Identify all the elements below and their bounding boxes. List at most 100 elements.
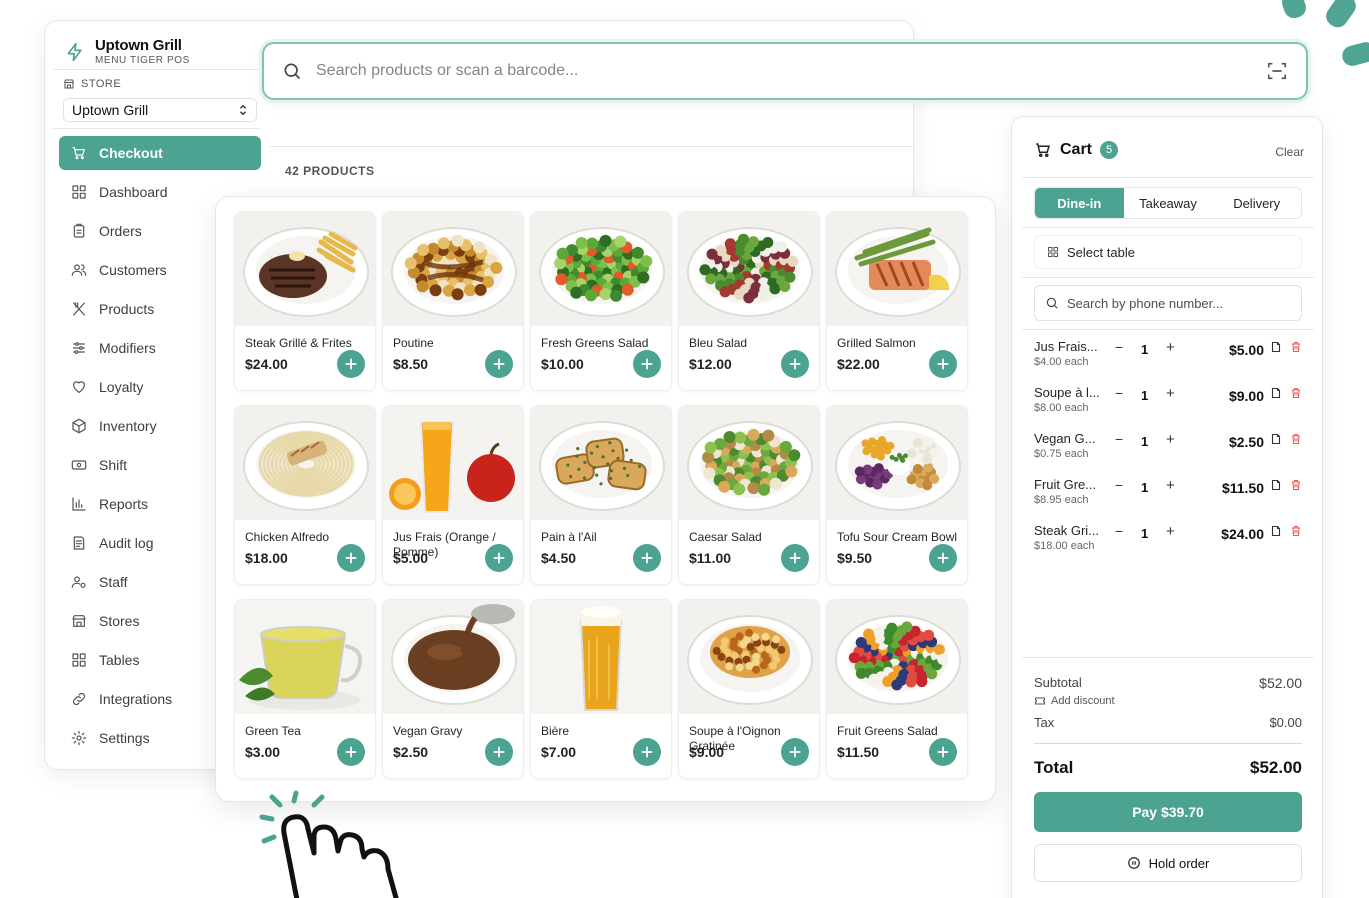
product-card[interactable]: Fruit Greens Salad $11.50: [826, 599, 968, 779]
note-icon[interactable]: [1270, 433, 1282, 445]
cart-title: Cart: [1060, 141, 1093, 158]
trash-icon[interactable]: [1290, 479, 1302, 491]
product-card[interactable]: Pain à l'Ail $4.50: [530, 405, 672, 585]
note-icon[interactable]: [1270, 387, 1282, 399]
product-card[interactable]: Bière $7.00: [530, 599, 672, 779]
decor-stroke: [1339, 39, 1369, 69]
note-icon[interactable]: [1270, 525, 1282, 537]
product-image-beer: [531, 600, 671, 714]
product-card[interactable]: Tofu Sour Cream Bowl $9.50: [826, 405, 968, 585]
product-price: $18.00: [245, 550, 288, 566]
sidebar-item-checkout[interactable]: Checkout: [59, 136, 261, 170]
product-count: 42 PRODUCTS: [285, 164, 375, 178]
product-name: Grilled Salmon: [837, 336, 916, 350]
cart-item-price: $11.50: [1221, 480, 1264, 496]
product-card[interactable]: Caesar Salad $11.00: [678, 405, 820, 585]
hold-order-button[interactable]: Hold order: [1034, 844, 1302, 882]
cart-item-price: $2.50: [1228, 434, 1264, 450]
note-icon[interactable]: [1270, 479, 1282, 491]
add-to-cart-button[interactable]: [929, 350, 957, 378]
product-card[interactable]: Grilled Salmon $22.00: [826, 211, 968, 391]
add-to-cart-button[interactable]: [781, 738, 809, 766]
add-to-cart-button[interactable]: [337, 544, 365, 572]
note-icon[interactable]: [1270, 341, 1282, 353]
sidebar-item-label: Stores: [99, 613, 140, 629]
product-price: $24.00: [245, 356, 288, 372]
sidebar-item-label: Settings: [99, 730, 150, 746]
search-input[interactable]: [316, 62, 1252, 80]
brand-name: Uptown Grill: [95, 37, 182, 54]
add-to-cart-button[interactable]: [929, 738, 957, 766]
tab-takeaway[interactable]: Takeaway: [1124, 188, 1213, 218]
cart-item-qty: 1: [1141, 526, 1149, 541]
plus-icon: [937, 746, 949, 758]
pointing-hand-icon: [259, 790, 399, 898]
increase-qty-button[interactable]: +: [1166, 523, 1175, 540]
add-to-cart-button[interactable]: [337, 350, 365, 378]
increase-qty-button[interactable]: +: [1166, 385, 1175, 402]
increase-qty-button[interactable]: +: [1166, 431, 1175, 448]
product-card[interactable]: Jus Frais (Orange / Pomme) $5.00: [382, 405, 524, 585]
increase-qty-button[interactable]: +: [1166, 339, 1175, 356]
plus-icon: [345, 358, 357, 370]
phone-search-input[interactable]: [1067, 295, 1287, 311]
product-card[interactable]: Green Tea $3.00: [234, 599, 376, 779]
product-card[interactable]: Chicken Alfredo $18.00: [234, 405, 376, 585]
product-price: $8.50: [393, 356, 429, 372]
product-card[interactable]: Steak Grillé & Frites $24.00: [234, 211, 376, 391]
decrease-qty-button[interactable]: −: [1115, 339, 1123, 355]
product-image-alfredo: [235, 406, 375, 520]
clear-cart-button[interactable]: Clear: [1275, 145, 1304, 159]
cart-panel: Cart 5 Clear Dine-in Takeaway Delivery S…: [1011, 116, 1323, 898]
decrease-qty-button[interactable]: −: [1115, 523, 1123, 539]
add-to-cart-button[interactable]: [485, 544, 513, 572]
trash-icon[interactable]: [1290, 341, 1302, 353]
add-to-cart-button[interactable]: [929, 544, 957, 572]
ticket-icon: [1035, 697, 1045, 705]
decrease-qty-button[interactable]: −: [1115, 477, 1123, 493]
barcode-scan-icon[interactable]: [1266, 60, 1288, 82]
add-to-cart-button[interactable]: [633, 350, 661, 378]
cart-item-unit-price: $18.00 each: [1034, 540, 1095, 552]
add-to-cart-button[interactable]: [485, 738, 513, 766]
tax-row: Tax $0.00: [1034, 715, 1302, 730]
add-to-cart-button[interactable]: [485, 350, 513, 378]
tab-dine-in[interactable]: Dine-in: [1035, 188, 1124, 218]
grid-icon: [72, 185, 86, 199]
cart-item: Steak Gri... $18.00 each − 1 + $24.00: [1034, 521, 1302, 567]
product-price: $11.50: [837, 744, 880, 760]
product-card[interactable]: Bleu Salad $12.00: [678, 211, 820, 391]
sliders-icon: [73, 342, 85, 354]
trash-icon[interactable]: [1290, 525, 1302, 537]
add-to-cart-button[interactable]: [781, 544, 809, 572]
lightning-icon: [67, 42, 82, 61]
product-card[interactable]: Poutine $8.50: [382, 211, 524, 391]
product-image-fruit-salad: [827, 600, 967, 714]
add-discount-button[interactable]: Add discount: [1034, 695, 1115, 707]
pay-button[interactable]: Pay $39.70: [1034, 792, 1302, 832]
trash-icon[interactable]: [1290, 387, 1302, 399]
add-to-cart-button[interactable]: [633, 738, 661, 766]
store-select[interactable]: Uptown Grill: [63, 98, 257, 122]
add-to-cart-button[interactable]: [337, 738, 365, 766]
add-to-cart-button[interactable]: [633, 544, 661, 572]
chevron-up-down-icon: [239, 104, 247, 116]
product-price: $4.50: [541, 550, 577, 566]
store-label: STORE: [63, 78, 121, 90]
decrease-qty-button[interactable]: −: [1115, 385, 1123, 401]
add-to-cart-button[interactable]: [781, 350, 809, 378]
product-card[interactable]: Fresh Greens Salad $10.00: [530, 211, 672, 391]
divider: [53, 69, 260, 70]
product-price: $7.00: [541, 744, 577, 760]
product-card[interactable]: Soupe à l'Oignon Gratinée $9.00: [678, 599, 820, 779]
product-name: Fruit Greens Salad: [837, 724, 938, 738]
increase-qty-button[interactable]: +: [1166, 477, 1175, 494]
tab-delivery[interactable]: Delivery: [1212, 188, 1301, 218]
cart-item-unit-price: $8.95 each: [1034, 494, 1089, 506]
decor-stroke: [1279, 0, 1309, 21]
product-image-poutine: [383, 212, 523, 326]
product-card[interactable]: Vegan Gravy $2.50: [382, 599, 524, 779]
trash-icon[interactable]: [1290, 433, 1302, 445]
select-table-button[interactable]: Select table: [1034, 235, 1302, 269]
decrease-qty-button[interactable]: −: [1115, 431, 1123, 447]
